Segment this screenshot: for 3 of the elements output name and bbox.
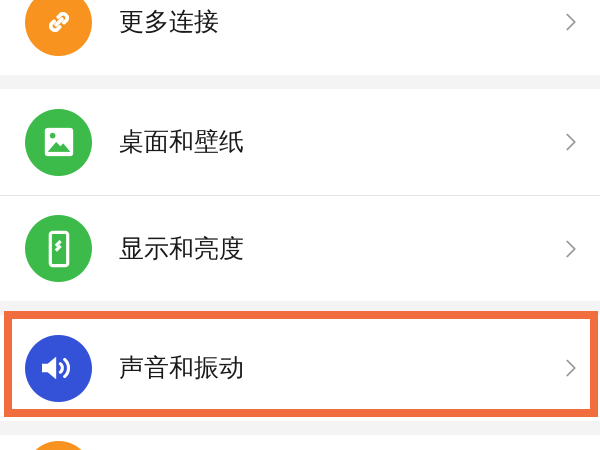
setting-label[interactable]: 显示和亮度 <box>119 230 556 268</box>
setting-label[interactable]: 桌面和壁纸 <box>119 123 556 161</box>
phone-icon <box>46 230 70 268</box>
